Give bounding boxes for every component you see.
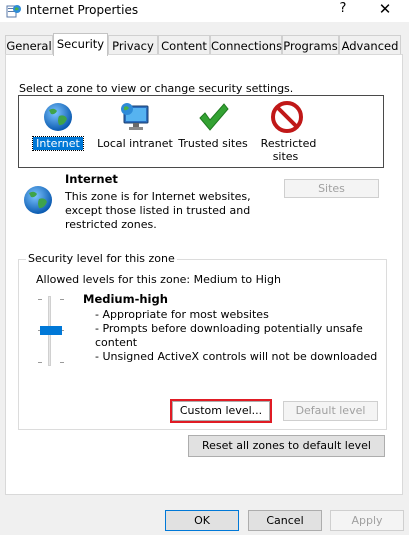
zone-prompt: Select a zone to view or change security…: [19, 82, 294, 95]
ok-button[interactable]: OK: [165, 510, 239, 531]
slider-tick: [60, 362, 64, 363]
slider-thumb[interactable]: [40, 326, 62, 335]
cancel-button[interactable]: Cancel: [248, 510, 322, 531]
window-title: Internet Properties: [26, 3, 139, 17]
level-description-line: - Appropriate for most websites: [95, 308, 269, 321]
intranet-monitor-icon: [119, 101, 151, 133]
level-description-line: - Prompts before downloading potentially…: [95, 322, 363, 335]
zone-list: Internet Local intranet Trusted sites Re…: [18, 95, 384, 168]
level-description-line: content: [95, 336, 138, 349]
level-description-line: - Unsigned ActiveX controls will not be …: [95, 350, 378, 363]
zone-label: Internet: [32, 136, 84, 151]
slider-tick: [60, 299, 64, 300]
tab-connections[interactable]: Connections: [210, 35, 282, 55]
default-level-button[interactable]: Default level: [283, 401, 378, 421]
reset-all-zones-button[interactable]: Reset all zones to default level: [188, 435, 385, 457]
slider-tick: [38, 299, 42, 300]
security-level-name: Medium-high: [83, 292, 168, 306]
zone-description-line: except those listed in trusted and: [65, 204, 251, 217]
globe-icon: [42, 101, 74, 133]
zone-label: Restricted sites: [260, 137, 317, 163]
green-checkmark-icon: [197, 101, 229, 133]
tab-privacy[interactable]: Privacy: [108, 35, 158, 55]
tab-strip: General Security Privacy Content Connect…: [5, 33, 405, 56]
tab-content[interactable]: Content: [158, 35, 210, 55]
zone-description-line: This zone is for Internet websites,: [65, 190, 251, 203]
globe-icon: [22, 184, 54, 216]
zone-internet[interactable]: Internet: [15, 96, 101, 166]
title-bar: Internet Properties ? ✕: [0, 0, 409, 22]
security-level-slider[interactable]: [36, 296, 66, 366]
tab-advanced[interactable]: Advanced: [339, 35, 401, 55]
zone-info-title: Internet: [65, 172, 118, 186]
sites-button[interactable]: Sites: [284, 179, 379, 198]
tab-security[interactable]: Security: [53, 33, 108, 56]
allowed-levels-label: Allowed levels for this zone: Medium to …: [36, 273, 281, 286]
help-button[interactable]: ?: [336, 1, 350, 16]
apply-button[interactable]: Apply: [330, 510, 404, 531]
zone-restricted-sites[interactable]: Restricted sites: [244, 96, 330, 166]
security-level-group-title: Security level for this zone: [26, 252, 177, 265]
custom-level-button[interactable]: Custom level...: [170, 399, 272, 423]
zone-label: Local intranet: [97, 137, 173, 150]
zone-local-intranet[interactable]: Local intranet: [92, 96, 178, 166]
tab-programs[interactable]: Programs: [282, 35, 339, 55]
internet-properties-app-icon: [6, 3, 22, 19]
tab-general[interactable]: General: [5, 35, 53, 55]
zone-label: Trusted sites: [178, 137, 248, 150]
slider-tick: [38, 362, 42, 363]
close-button[interactable]: ✕: [375, 0, 395, 18]
zone-description-line: restricted zones.: [65, 218, 157, 231]
restricted-no-entry-icon: [271, 101, 303, 133]
